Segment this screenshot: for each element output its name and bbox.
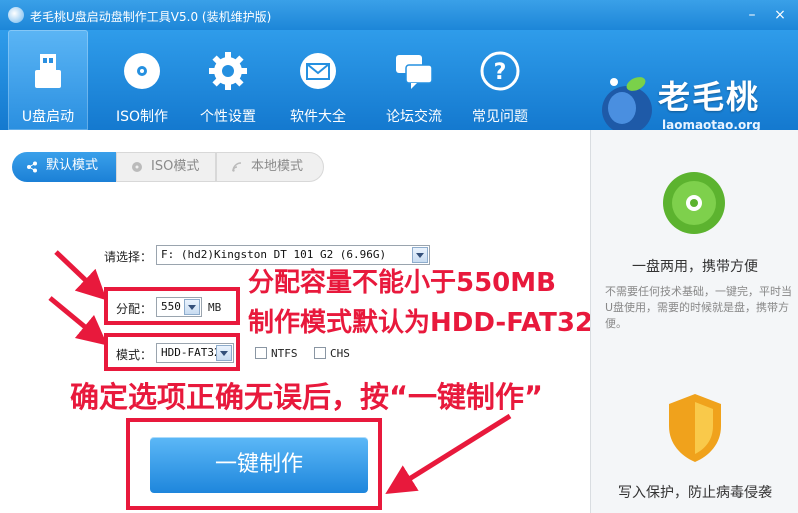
feature1-title: 一盘两用，携带方便: [632, 259, 758, 275]
feature-sidebar: 一盘两用，携带方便 不需要任何技术基础，一键完，平时当U盘使用，需要的时候就是盘…: [590, 130, 798, 513]
arrow-to-mode: [48, 296, 108, 346]
feature1-desc: 不需要任何技术基础，一键完，平时当U盘使用，需要的时候就是盘，携带方便。: [605, 285, 792, 330]
shield-icon: [669, 394, 721, 462]
annotation-mode: 制作模式默认为HDD-FAT32: [248, 308, 593, 338]
one-click-make-button[interactable]: 一键制作: [150, 437, 368, 493]
cd-icon: [663, 172, 725, 234]
annotation-button: 确定选项正确无误后，按“一键制作”: [70, 380, 544, 414]
feature2-title: 写入保护，防止病毒侵袭: [618, 485, 772, 501]
annotation-alloc: 分配容量不能小于550MB: [248, 268, 556, 298]
arrow-to-alloc: [54, 250, 107, 301]
arrow-to-button: [385, 413, 512, 494]
